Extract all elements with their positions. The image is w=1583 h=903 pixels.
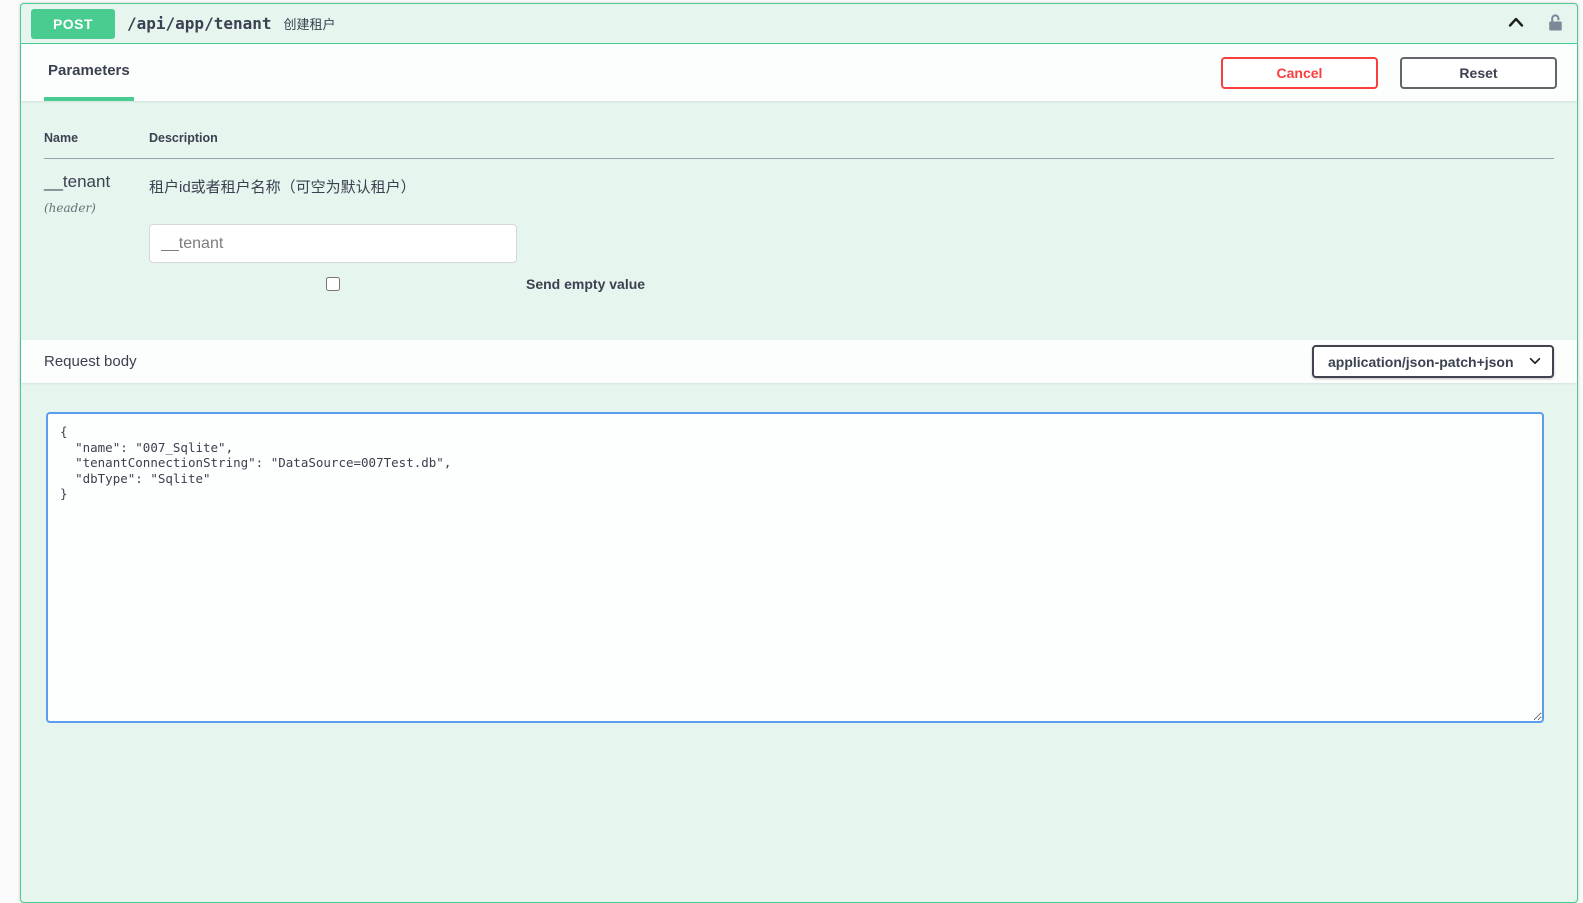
operation-summary-header[interactable]: POST /api/app/tenant 创建租户 [21, 4, 1577, 44]
collapse-button[interactable] [1506, 12, 1526, 35]
content-type-select[interactable]: application/json-patch+json [1312, 345, 1554, 378]
parameters-table-header: Name Description [44, 131, 1554, 159]
http-method-badge: POST [31, 9, 115, 39]
tab-actions: Cancel Reset [1221, 57, 1557, 89]
api-operation-block-post-tenant: POST /api/app/tenant 创建租户 Parameters [20, 3, 1578, 903]
column-header-name: Name [44, 131, 149, 145]
request-body-editor[interactable]: { "name": "007_Sqlite", "tenantConnectio… [46, 412, 1544, 723]
request-body-header-bar: Request body application/json-patch+json [21, 340, 1577, 383]
tab-parameters[interactable]: Parameters [44, 44, 134, 101]
parameter-location: (header) [44, 201, 149, 215]
send-empty-value-label: Send empty value [526, 276, 645, 292]
parameter-row-tenant: __tenant (header) 租户id或者租户名称（可空为默认租户） Se… [44, 159, 1554, 292]
parameter-name: __tenant [44, 172, 149, 192]
parameters-section: Name Description __tenant (header) 租户id或… [21, 101, 1577, 340]
request-body-label: Request body [44, 353, 137, 370]
content-type-dropdown-wrap: application/json-patch+json [1312, 345, 1554, 378]
column-header-description: Description [149, 131, 1554, 145]
chevron-up-icon [1506, 12, 1526, 35]
send-empty-value-row: Send empty value [149, 276, 1554, 292]
endpoint-summary-text: 创建租户 [284, 14, 336, 33]
request-body-section: { "name": "007_Sqlite", "tenantConnectio… [21, 383, 1577, 743]
reset-button[interactable]: Reset [1400, 57, 1557, 89]
parameter-description: 租户id或者租户名称（可空为默认租户） [149, 176, 1554, 197]
tenant-header-input[interactable] [149, 224, 517, 263]
authorize-button[interactable] [1546, 13, 1565, 35]
cancel-button[interactable]: Cancel [1221, 57, 1378, 89]
tab-bar: Parameters Cancel Reset [21, 44, 1577, 101]
send-empty-value-checkbox[interactable] [326, 277, 340, 291]
unlocked-padlock-icon [1546, 13, 1565, 35]
endpoint-path: /api/app/tenant [127, 14, 272, 33]
